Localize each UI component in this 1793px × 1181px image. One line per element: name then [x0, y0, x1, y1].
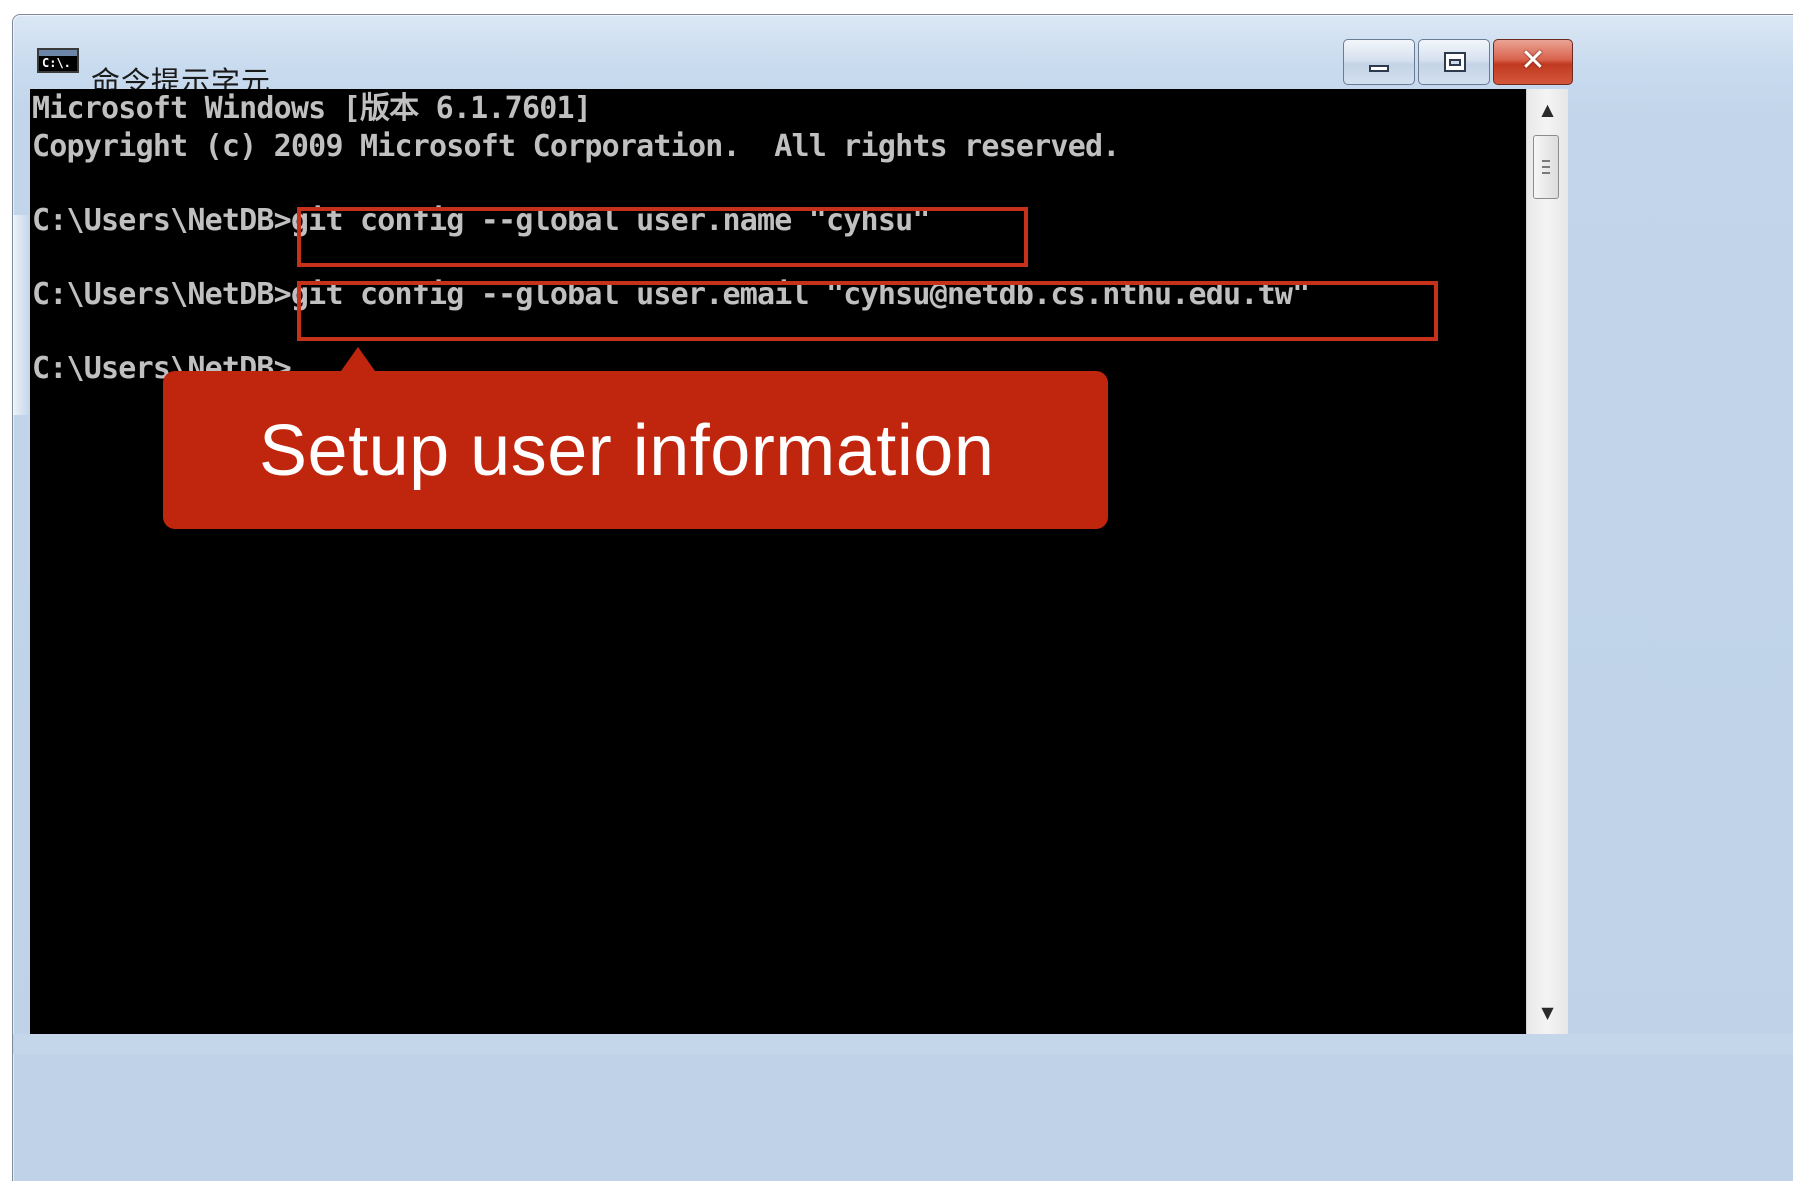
callout-pointer	[341, 347, 375, 371]
console-line: Microsoft Windows [版本 6.1.7601]	[32, 91, 592, 126]
highlight-user-name-command	[297, 207, 1028, 267]
cmd-icon-text: C:\.	[42, 56, 71, 70]
window-frame-glow	[13, 215, 31, 415]
scroll-down-arrow-icon[interactable]: ▼	[1527, 996, 1568, 1030]
title-bar[interactable]: C:\. 命令提示字元 ✕	[13, 15, 1793, 99]
callout-box: Setup user information	[163, 347, 1108, 529]
cmd-icon[interactable]: C:\.	[37, 48, 79, 73]
scroll-up-arrow-icon[interactable]: ▲	[1527, 93, 1568, 127]
console-line: Copyright (c) 2009 Microsoft Corporation…	[32, 129, 1120, 164]
window-bottom-frame	[13, 1034, 1793, 1054]
maximize-button[interactable]	[1418, 39, 1490, 85]
grip-line	[1542, 172, 1550, 174]
scroll-thumb[interactable]	[1533, 135, 1559, 199]
highlight-user-email-command	[297, 281, 1438, 341]
callout-text: Setup user information	[259, 411, 995, 491]
grip-line	[1542, 160, 1550, 162]
command-prompt-window: C:\. 命令提示字元 ✕ Microsoft Windows [版本 6.1.…	[12, 14, 1793, 1181]
close-icon: ✕	[1520, 43, 1546, 78]
close-button[interactable]: ✕	[1493, 39, 1573, 85]
vertical-scrollbar[interactable]: ▲ ▼	[1526, 89, 1568, 1034]
minimize-icon	[1369, 65, 1389, 72]
minimize-button[interactable]	[1343, 39, 1415, 85]
maximize-icon	[1444, 52, 1466, 72]
console-output[interactable]: Microsoft Windows [版本 6.1.7601] Copyrigh…	[30, 89, 1526, 1034]
grip-line	[1542, 166, 1550, 168]
